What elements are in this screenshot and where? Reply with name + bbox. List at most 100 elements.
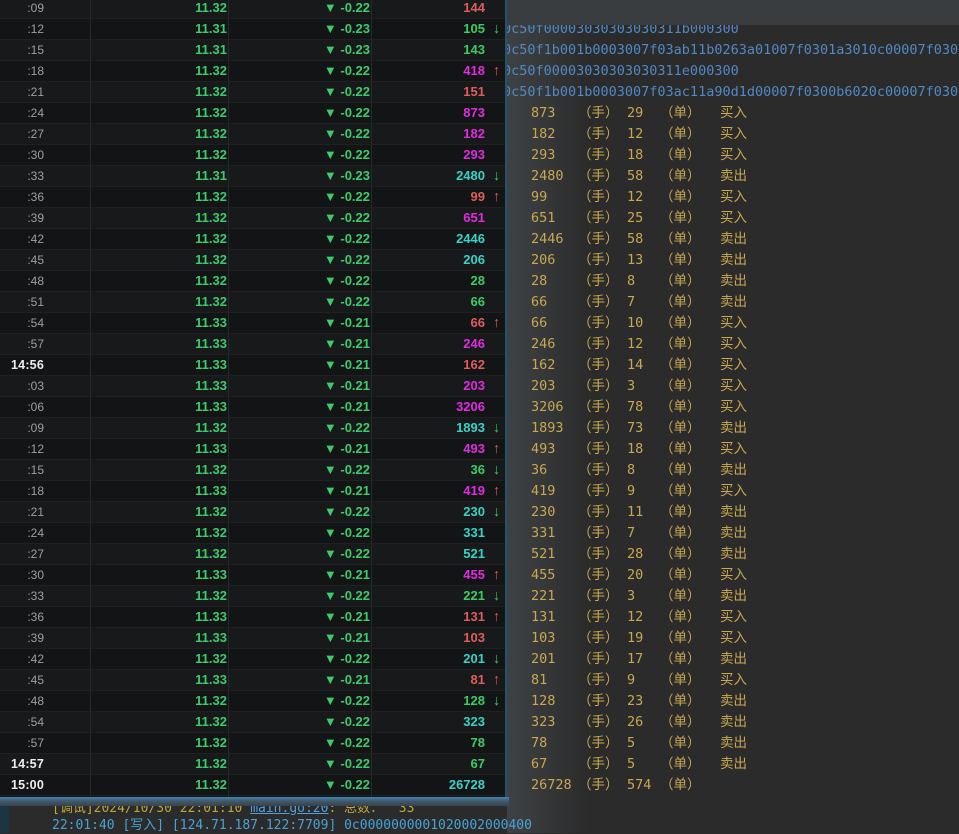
tick-row[interactable]: :4511.32▼ -0.22206: [0, 250, 505, 271]
tick-row[interactable]: :3611.33▼ -0.21131↑: [0, 607, 505, 628]
price-arrow-up-icon: ↑: [488, 481, 505, 501]
tick-row[interactable]: :1511.31▼ -0.23143: [0, 40, 505, 61]
tick-row[interactable]: :2411.32▼ -0.22331: [0, 523, 505, 544]
trade-direction: 卖出: [720, 166, 747, 187]
tick-row[interactable]: :3011.32▼ -0.22293: [0, 145, 505, 166]
tick-row[interactable]: :1211.31▼ -0.23105↓: [0, 19, 505, 40]
trade-volume: 1893: [531, 418, 564, 439]
tick-change: ▼ -0.22: [230, 775, 370, 795]
tick-volume: 36: [373, 460, 485, 480]
order-unit-label: （单）: [660, 481, 701, 502]
order-unit-label: （单）: [660, 649, 701, 670]
tick-row[interactable]: :4811.32▼ -0.22128↓: [0, 691, 505, 712]
trade-direction: 卖出: [720, 544, 747, 565]
price-arrow-down-icon: ↓: [488, 649, 505, 669]
tick-row[interactable]: :0911.32▼ -0.22144: [0, 0, 505, 19]
trade-direction: 卖出: [720, 586, 747, 607]
console-trade-line: 182（手）12（单）买入: [503, 124, 959, 145]
price-arrow-down-icon: ↓: [488, 691, 505, 711]
console-trade-line: 28（手）8（单）卖出: [503, 271, 959, 292]
tick-row[interactable]: :1211.33▼ -0.21493↑: [0, 439, 505, 460]
tick-change: ▼ -0.22: [230, 208, 370, 228]
tick-time: :30: [0, 565, 44, 585]
trade-direction: 卖出: [720, 292, 747, 313]
tick-row[interactable]: :2111.32▼ -0.22151: [0, 82, 505, 103]
log-line-write: 22:01:40 [写入] [124.71.187.122:7709] 0c00…: [52, 818, 532, 834]
tick-change: ▼ -0.21: [230, 607, 370, 627]
trade-order-count: 17: [627, 649, 643, 670]
tick-volume: 66: [373, 313, 485, 333]
tick-price: 11.32: [92, 61, 227, 81]
tick-row[interactable]: :0611.33▼ -0.213206: [0, 397, 505, 418]
trade-volume: 128: [531, 691, 555, 712]
order-unit-label: （单）: [660, 166, 701, 187]
trade-order-count: 574: [627, 775, 651, 796]
tick-row[interactable]: :4211.32▼ -0.22201↓: [0, 649, 505, 670]
tick-change: ▼ -0.22: [230, 187, 370, 207]
tick-row[interactable]: :3911.33▼ -0.21103: [0, 628, 505, 649]
tick-row[interactable]: :4511.33▼ -0.2181↑: [0, 670, 505, 691]
trade-volume: 201: [531, 649, 555, 670]
tick-row[interactable]: :5111.32▼ -0.2266: [0, 292, 505, 313]
hand-unit-label: （手）: [578, 607, 619, 628]
tick-row[interactable]: :2111.32▼ -0.22230↓: [0, 502, 505, 523]
trade-direction: 卖出: [720, 523, 747, 544]
trade-volume: 162: [531, 355, 555, 376]
tick-row[interactable]: :5711.32▼ -0.2278: [0, 733, 505, 754]
tick-row[interactable]: 14:5711.32▼ -0.2267: [0, 754, 505, 775]
trade-order-count: 58: [627, 229, 643, 250]
tick-time: :21: [0, 502, 44, 522]
tick-row[interactable]: :0911.32▼ -0.221893↓: [0, 418, 505, 439]
tick-time: :09: [0, 0, 44, 18]
tick-price: 11.32: [92, 754, 227, 774]
tick-row[interactable]: 15:0011.32▼ -0.2226728: [0, 775, 505, 796]
tick-price: 11.32: [92, 460, 227, 480]
trade-order-count: 12: [627, 334, 643, 355]
order-unit-label: （单）: [660, 208, 701, 229]
console-scrollbar[interactable]: [0, 806, 9, 833]
tick-volume: 182: [373, 124, 485, 144]
tick-price: 11.33: [92, 376, 227, 396]
tick-row[interactable]: :3011.33▼ -0.21455↑: [0, 565, 505, 586]
trade-order-count: 12: [627, 607, 643, 628]
hand-unit-label: （手）: [578, 313, 619, 334]
tick-row[interactable]: :1511.32▼ -0.2236↓: [0, 460, 505, 481]
tick-time: :33: [0, 586, 44, 606]
console-trade-line: 67（手）5（单）卖出: [503, 754, 959, 775]
tick-change: ▼ -0.23: [230, 40, 370, 60]
console-trade-line: 323（手）26（单）卖出: [503, 712, 959, 733]
tick-row[interactable]: :5411.33▼ -0.2166↑: [0, 313, 505, 334]
tick-time: :18: [0, 61, 44, 81]
trade-direction: 买入: [720, 481, 747, 502]
tick-change: ▼ -0.22: [230, 124, 370, 144]
tick-row[interactable]: :0311.33▼ -0.21203: [0, 376, 505, 397]
tick-row[interactable]: :3911.32▼ -0.22651: [0, 208, 505, 229]
tick-row[interactable]: :2711.32▼ -0.22521: [0, 544, 505, 565]
tick-change: ▼ -0.21: [230, 481, 370, 501]
order-unit-label: （单）: [660, 754, 701, 775]
tick-row[interactable]: :1811.33▼ -0.21419↑: [0, 481, 505, 502]
tick-row[interactable]: :3611.32▼ -0.2299↑: [0, 187, 505, 208]
tick-row[interactable]: :5711.33▼ -0.21246: [0, 334, 505, 355]
tick-time: :57: [0, 733, 44, 753]
trade-order-count: 3: [627, 586, 635, 607]
tick-row[interactable]: :5411.32▼ -0.22323: [0, 712, 505, 733]
tick-price: 11.33: [92, 670, 227, 690]
tick-row[interactable]: 14:5611.33▼ -0.21162: [0, 355, 505, 376]
order-unit-label: （单）: [660, 418, 701, 439]
trade-direction: 卖出: [720, 649, 747, 670]
order-unit-label: （单）: [660, 712, 701, 733]
tick-row[interactable]: :4211.32▼ -0.222446: [0, 229, 505, 250]
tick-volume: 105: [373, 19, 485, 39]
trade-order-count: 5: [627, 754, 635, 775]
trade-order-count: 25: [627, 208, 643, 229]
tick-row[interactable]: :2711.32▼ -0.22182: [0, 124, 505, 145]
trade-volume: 331: [531, 523, 555, 544]
tick-row[interactable]: :3311.32▼ -0.22221↓: [0, 586, 505, 607]
tick-row[interactable]: :1811.32▼ -0.22418↑: [0, 61, 505, 82]
tick-row[interactable]: :4811.32▼ -0.2228: [0, 271, 505, 292]
trade-direction: 买入: [720, 355, 747, 376]
tick-row[interactable]: :2411.32▼ -0.22873: [0, 103, 505, 124]
tick-change: ▼ -0.22: [230, 523, 370, 543]
tick-row[interactable]: :3311.31▼ -0.232480↓: [0, 166, 505, 187]
